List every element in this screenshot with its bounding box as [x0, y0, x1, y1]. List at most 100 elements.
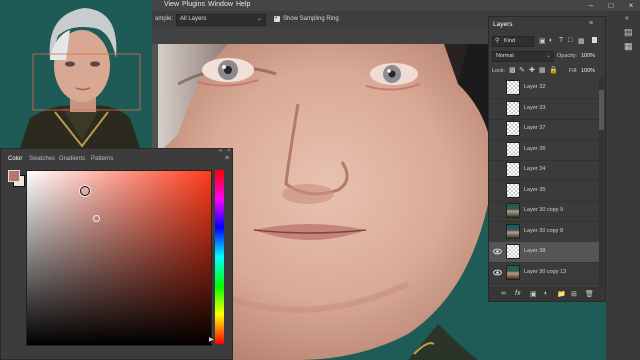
sample-label: ample: [155, 16, 174, 22]
filter-adjustment-icon[interactable]: ◐ [549, 37, 553, 44]
lock-pixels-icon[interactable]: ✎ [519, 66, 525, 74]
folder-icon[interactable]: 📁 [557, 290, 566, 298]
panel-menu-icon[interactable]: ≡ [589, 20, 593, 27]
menu-help[interactable]: Help [236, 1, 250, 8]
layer-name: Layer 35 [524, 186, 546, 193]
layer-thumbnail [506, 203, 520, 218]
link-layers-icon[interactable]: ∞ [501, 290, 506, 297]
menu-window[interactable]: Window [208, 1, 233, 8]
trash-icon[interactable]: 🗑 [585, 290, 594, 298]
filter-type-icon[interactable]: T [559, 37, 563, 44]
lock-position-icon[interactable]: ✚ [529, 66, 535, 74]
layer-thumbnail [506, 244, 520, 259]
layer-name: Layer 38 [524, 248, 546, 254]
maximize-icon[interactable]: □ [604, 0, 618, 11]
blend-mode-select[interactable]: Normal ⌄ [492, 51, 554, 62]
layer-row[interactable]: Layer 37 [489, 119, 599, 140]
layer-row[interactable]: Layer 36 [489, 140, 599, 161]
eye-icon[interactable] [493, 186, 502, 195]
lock-label: Lock: [492, 68, 506, 74]
layer-name: Layer 37 [524, 125, 546, 131]
menu-plugins[interactable]: Plugins [182, 1, 205, 8]
layer-name: Layer 36 [524, 145, 546, 152]
add-mask-icon[interactable]: ▣ [530, 290, 537, 298]
tab-patterns[interactable]: Patterns [91, 156, 113, 162]
hue-slider-handle[interactable]: ▶ [209, 336, 214, 343]
color-picker-ring[interactable] [80, 186, 90, 196]
menu-bar: View Plugins Window Help – □ × [152, 0, 640, 11]
color-field[interactable] [26, 170, 212, 346]
eye-icon[interactable] [493, 124, 502, 133]
collapse-icon[interactable]: » [219, 148, 222, 154]
layer-list-scrollbar[interactable] [599, 78, 604, 286]
layer-row[interactable]: Layer 30 copy 13 [489, 263, 599, 284]
check-icon: ✓ [274, 15, 280, 21]
hue-slider[interactable]: ▶ [209, 170, 224, 344]
foreground-color-swatch[interactable] [8, 170, 20, 182]
blend-mode-value: Normal [496, 53, 514, 59]
layer-row[interactable]: Layer 33 [489, 99, 599, 120]
filter-shape-icon[interactable]: □ [568, 37, 572, 44]
layer-thumbnail [506, 100, 520, 116]
layer-thumbnail [506, 141, 520, 157]
panel-icon[interactable]: ▤ [624, 27, 633, 38]
layer-row[interactable]: Layer 30 copy 9 [489, 201, 599, 222]
menu-view[interactable]: View [164, 1, 179, 8]
layer-thumbnail [506, 121, 520, 136]
close-icon[interactable]: × [624, 0, 638, 11]
panel-menu-icon[interactable]: ≡ [225, 155, 229, 162]
layer-row[interactable]: Layer 30 copy 8 [489, 222, 599, 243]
fx-icon[interactable]: fx [515, 290, 520, 297]
reference-image [0, 0, 152, 148]
tab-gradients[interactable]: Gradients [59, 156, 85, 162]
layer-thumbnail [506, 80, 520, 95]
layer-row[interactable]: Layer 35 [489, 181, 599, 202]
layer-thumbnail [506, 162, 520, 177]
tab-swatches[interactable]: Swatches [29, 156, 55, 162]
properties-icon[interactable]: ▦ [624, 41, 633, 52]
layer-row[interactable]: Layer 32 [489, 78, 599, 99]
layer-row[interactable]: Layer 34 [489, 160, 599, 181]
new-layer-icon[interactable]: ⊞ [571, 290, 577, 298]
filter-smart-icon[interactable]: ▦ [578, 37, 585, 45]
layers-panel-title: Layers [493, 21, 513, 28]
layer-filter-label: Kind [504, 38, 516, 44]
layer-row[interactable]: Layer 38 [489, 242, 599, 263]
eye-icon[interactable] [493, 145, 502, 154]
lock-transparent-icon[interactable]: ▩ [509, 66, 516, 74]
eye-icon[interactable] [493, 165, 502, 174]
sample-select-value: All Layers [180, 16, 207, 22]
collapse-icon[interactable]: « [625, 15, 629, 22]
filter-pixel-icon[interactable]: ▣ [539, 37, 546, 45]
right-toolbar: « ▤ ▦ [606, 11, 640, 360]
minimize-icon[interactable]: – [584, 0, 598, 11]
layer-name: Layer 32 [524, 84, 546, 90]
eye-icon[interactable] [493, 247, 502, 256]
layer-thumbnail [506, 223, 520, 239]
adjustment-layer-icon[interactable]: ◐ [544, 290, 548, 297]
eye-icon[interactable] [493, 206, 502, 215]
opacity-value[interactable]: 100% [581, 53, 595, 59]
tab-color[interactable]: Color [8, 156, 22, 162]
sampled-color-marker [93, 215, 100, 222]
eye-icon[interactable] [493, 227, 502, 236]
filter-toggle-icon[interactable] [592, 37, 597, 43]
sample-select[interactable]: All Layers ⌄ [176, 14, 266, 26]
eye-icon[interactable] [493, 268, 502, 277]
lock-all-icon[interactable]: 🔒 [549, 66, 558, 74]
layer-list: Layer 32 Layer 33 Layer 37 Layer 36 Layer 34… [489, 78, 599, 286]
layer-filter-select[interactable]: ⚲ Kind [492, 36, 534, 47]
eye-icon[interactable] [493, 83, 502, 92]
fill-value[interactable]: 100% [581, 68, 595, 74]
chevron-down-icon: ⌄ [545, 53, 551, 59]
search-icon: ⚲ [495, 38, 500, 44]
eye-icon[interactable] [493, 104, 502, 113]
show-ring-checkbox[interactable]: ✓ [274, 15, 280, 22]
layer-thumbnail [506, 182, 520, 198]
panel-close-icon[interactable]: × [227, 148, 231, 154]
layer-name: Layer 30 copy 13 [524, 268, 567, 275]
lock-artboard-icon[interactable]: ▦ [539, 66, 546, 74]
layer-thumbnail [506, 264, 520, 280]
scrollbar-thumb[interactable] [599, 90, 604, 130]
layers-panel: Layers ≡ ⚲ Kind ▣ ◐ T □ ▦ Normal ⌄ Opaci… [488, 16, 606, 302]
